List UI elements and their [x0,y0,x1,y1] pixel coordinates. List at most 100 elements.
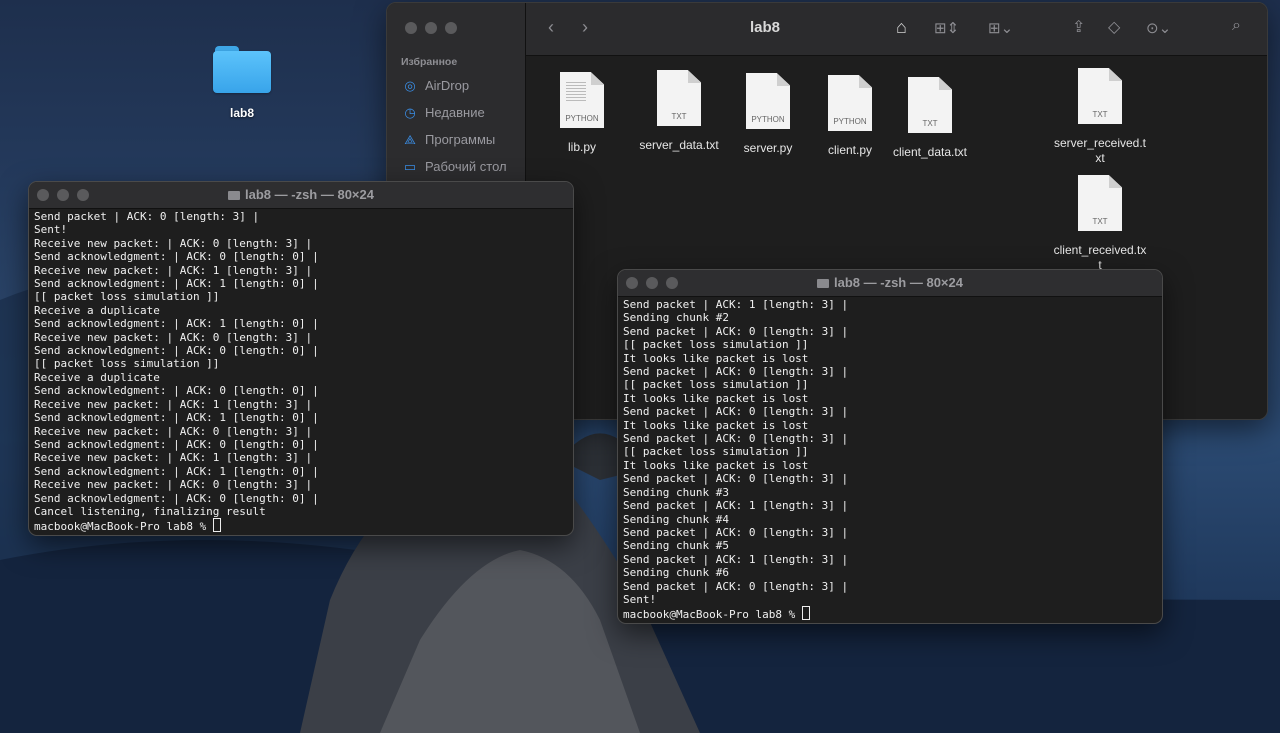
file-item[interactable]: TXT client_data.txt [880,77,980,160]
terminal-line: Receive new packet: | ACK: 0 [length: 3]… [34,424,313,438]
terminal-line: Send acknowledgment: | ACK: 0 [length: 0… [34,344,319,358]
close-button[interactable] [405,22,417,34]
terminal-line: Send packet | ACK: 0 [length: 3] | [623,579,849,593]
terminal-line: Send acknowledgment: | ACK: 1 [length: 0… [34,411,319,425]
desktop-icon: ▭ [403,158,417,174]
terminal-line: Sent! [34,223,68,237]
terminal-line: It looks like packet is lost [623,391,809,405]
sidebar-item-applications[interactable]: ⟁ Программы [403,132,495,147]
python-file-icon: PYTHON [828,75,872,131]
file-item[interactable]: TXT client_received.tx t [1050,175,1150,273]
terminal-line: Send packet | ACK: 0 [length: 3] | [34,210,260,223]
file-item[interactable]: TXT server_data.txt [629,70,729,153]
desktop-folder-lab8[interactable]: lab8 [205,42,279,120]
file-item[interactable]: TXT server_received.t xt [1050,68,1150,166]
sidebar-item-label: AirDrop [425,78,470,93]
terminal-line: Send packet | ACK: 1 [length: 3] | [623,552,849,566]
terminal-titlebar[interactable]: lab8 — -zsh — 80×24 [29,182,573,209]
folder-icon [817,279,829,288]
terminal-output[interactable]: Send packet | ACK: 0 [length: 3] | Sent! R… [34,210,569,534]
group-icon[interactable]: ⊞⌄ [988,19,1013,37]
more-actions-icon[interactable]: ⊙⌄ [1146,19,1171,37]
share-icon[interactable]: ⇪ [1072,17,1085,37]
terminal-line: Receive new packet: | ACK: 0 [length: 3]… [34,330,313,344]
terminal-line: Receive new packet: | ACK: 0 [length: 3]… [34,478,313,492]
search-icon[interactable]: ⌕ [1232,17,1241,35]
terminal-line: [[ packet loss simulation ]] [623,378,809,392]
terminal-line: [[ packet loss simulation ]] [623,445,809,459]
python-file-icon: PYTHON [746,73,790,129]
home-icon[interactable]: ⌂ [896,17,907,38]
recents-icon: ◷ [404,104,416,120]
terminal-output[interactable]: Send packet | ACK: 1 [length: 3] | Sendin… [623,298,1158,622]
terminal-line: Receive new packet: | ACK: 1 [length: 3]… [34,263,313,277]
back-icon[interactable]: ‹ [548,17,554,38]
terminal-line: Sent! [623,592,657,606]
sidebar-heading: Избранное [401,56,458,68]
file-item[interactable]: PYTHON lib.py [532,72,632,155]
terminal-line: Sending chunk #2 [623,311,729,325]
terminal-cursor [801,606,810,621]
terminal-line: Cancel listening, finalizing result [34,504,266,518]
terminal-line: Send packet | ACK: 0 [length: 3] | [623,525,849,539]
terminal-line: Receive new packet: | ACK: 1 [length: 3]… [34,397,313,411]
terminal-line: It looks like packet is lost [623,458,809,472]
terminal-line: It looks like packet is lost [623,418,809,432]
terminal-line: Sending chunk #5 [623,539,729,553]
terminal-line: Send acknowledgment: | ACK: 1 [length: 0… [34,317,319,331]
terminal-line: Receive new packet: | ACK: 0 [length: 3]… [34,236,313,250]
sidebar-item-label: Программы [425,132,496,147]
icon-view-icon[interactable]: ⊞⇕ [934,19,959,37]
terminal-line: Receive new packet: | ACK: 1 [length: 3]… [34,451,313,465]
terminal-title: lab8 — -zsh — 80×24 [245,187,374,202]
terminal-line: Send packet | ACK: 0 [length: 3] | [623,472,849,486]
folder-icon [228,191,240,200]
python-file-icon: PYTHON [560,72,604,128]
text-file-icon: TXT [657,70,701,126]
sidebar-item-label: Рабочий стол [425,159,507,174]
terminal-line: It looks like packet is lost [623,351,809,365]
terminal-line: Send acknowledgment: | ACK: 0 [length: 0… [34,491,319,505]
sidebar-item-recents[interactable]: ◷ Недавние [403,104,485,120]
zoom-button[interactable] [445,22,457,34]
file-name: client_data.txt [892,145,968,159]
terminal-cursor [212,518,221,533]
folder-icon [213,42,271,93]
terminal-title: lab8 — -zsh — 80×24 [834,275,963,290]
terminal-line: Send acknowledgment: | ACK: 0 [length: 0… [34,250,319,264]
terminal-titlebar[interactable]: lab8 — -zsh — 80×24 [618,270,1162,297]
terminal-line: [[ packet loss simulation ]] [623,338,809,352]
terminal-line: [[ packet loss simulation ]] [34,290,220,304]
terminal-window-left[interactable]: lab8 — -zsh — 80×24 Send packet | ACK: 0… [28,181,574,536]
terminal-line: [[ packet loss simulation ]] [34,357,220,371]
minimize-button[interactable] [425,22,437,34]
sidebar-item-airdrop[interactable]: ◎ AirDrop [403,78,469,93]
file-name: server_received.t xt [1053,136,1147,165]
terminal-line: Send acknowledgment: | ACK: 1 [length: 0… [34,277,319,291]
sidebar-item-label: Недавние [425,105,485,120]
file-name: lib.py [567,140,596,154]
applications-icon: ⟁ [404,131,416,147]
terminal-line: Sending chunk #4 [623,512,729,526]
tag-icon[interactable]: ◇ [1108,17,1120,37]
forward-icon[interactable]: › [582,17,588,38]
terminal-line: Send packet | ACK: 1 [length: 3] | [623,298,849,311]
terminal-line: Send acknowledgment: | ACK: 1 [length: 0… [34,464,319,478]
terminal-line: Send acknowledgment: | ACK: 0 [length: 0… [34,437,319,451]
terminal-line: Send packet | ACK: 0 [length: 3] | [623,405,849,419]
window-title: lab8 [750,19,781,36]
terminal-line: Receive a duplicate [34,303,160,317]
terminal-prompt[interactable]: macbook@MacBook-Pro lab8 % [623,606,1158,621]
terminal-window-right[interactable]: lab8 — -zsh — 80×24 Send packet | ACK: 1… [617,269,1163,624]
terminal-line: Send packet | ACK: 0 [length: 3] | [623,324,849,338]
file-name: server_data.txt [639,138,719,152]
finder-toolbar: ‹ › lab8 ⌂ ⊞⇕ ⊞⌄ ⇪ ◇ ⊙⌄ ⌕ [526,3,1267,56]
terminal-line: Send packet | ACK: 0 [length: 3] | [623,432,849,446]
terminal-line: Send packet | ACK: 1 [length: 3] | [623,499,849,513]
window-controls [405,22,457,34]
sidebar-item-desktop[interactable]: ▭ Рабочий стол [403,159,507,174]
terminal-prompt[interactable]: macbook@MacBook-Pro lab8 % [34,518,569,533]
text-file-icon: TXT [1078,175,1122,231]
desktop-folder-label: lab8 [229,106,254,120]
terminal-line: Receive a duplicate [34,370,160,384]
